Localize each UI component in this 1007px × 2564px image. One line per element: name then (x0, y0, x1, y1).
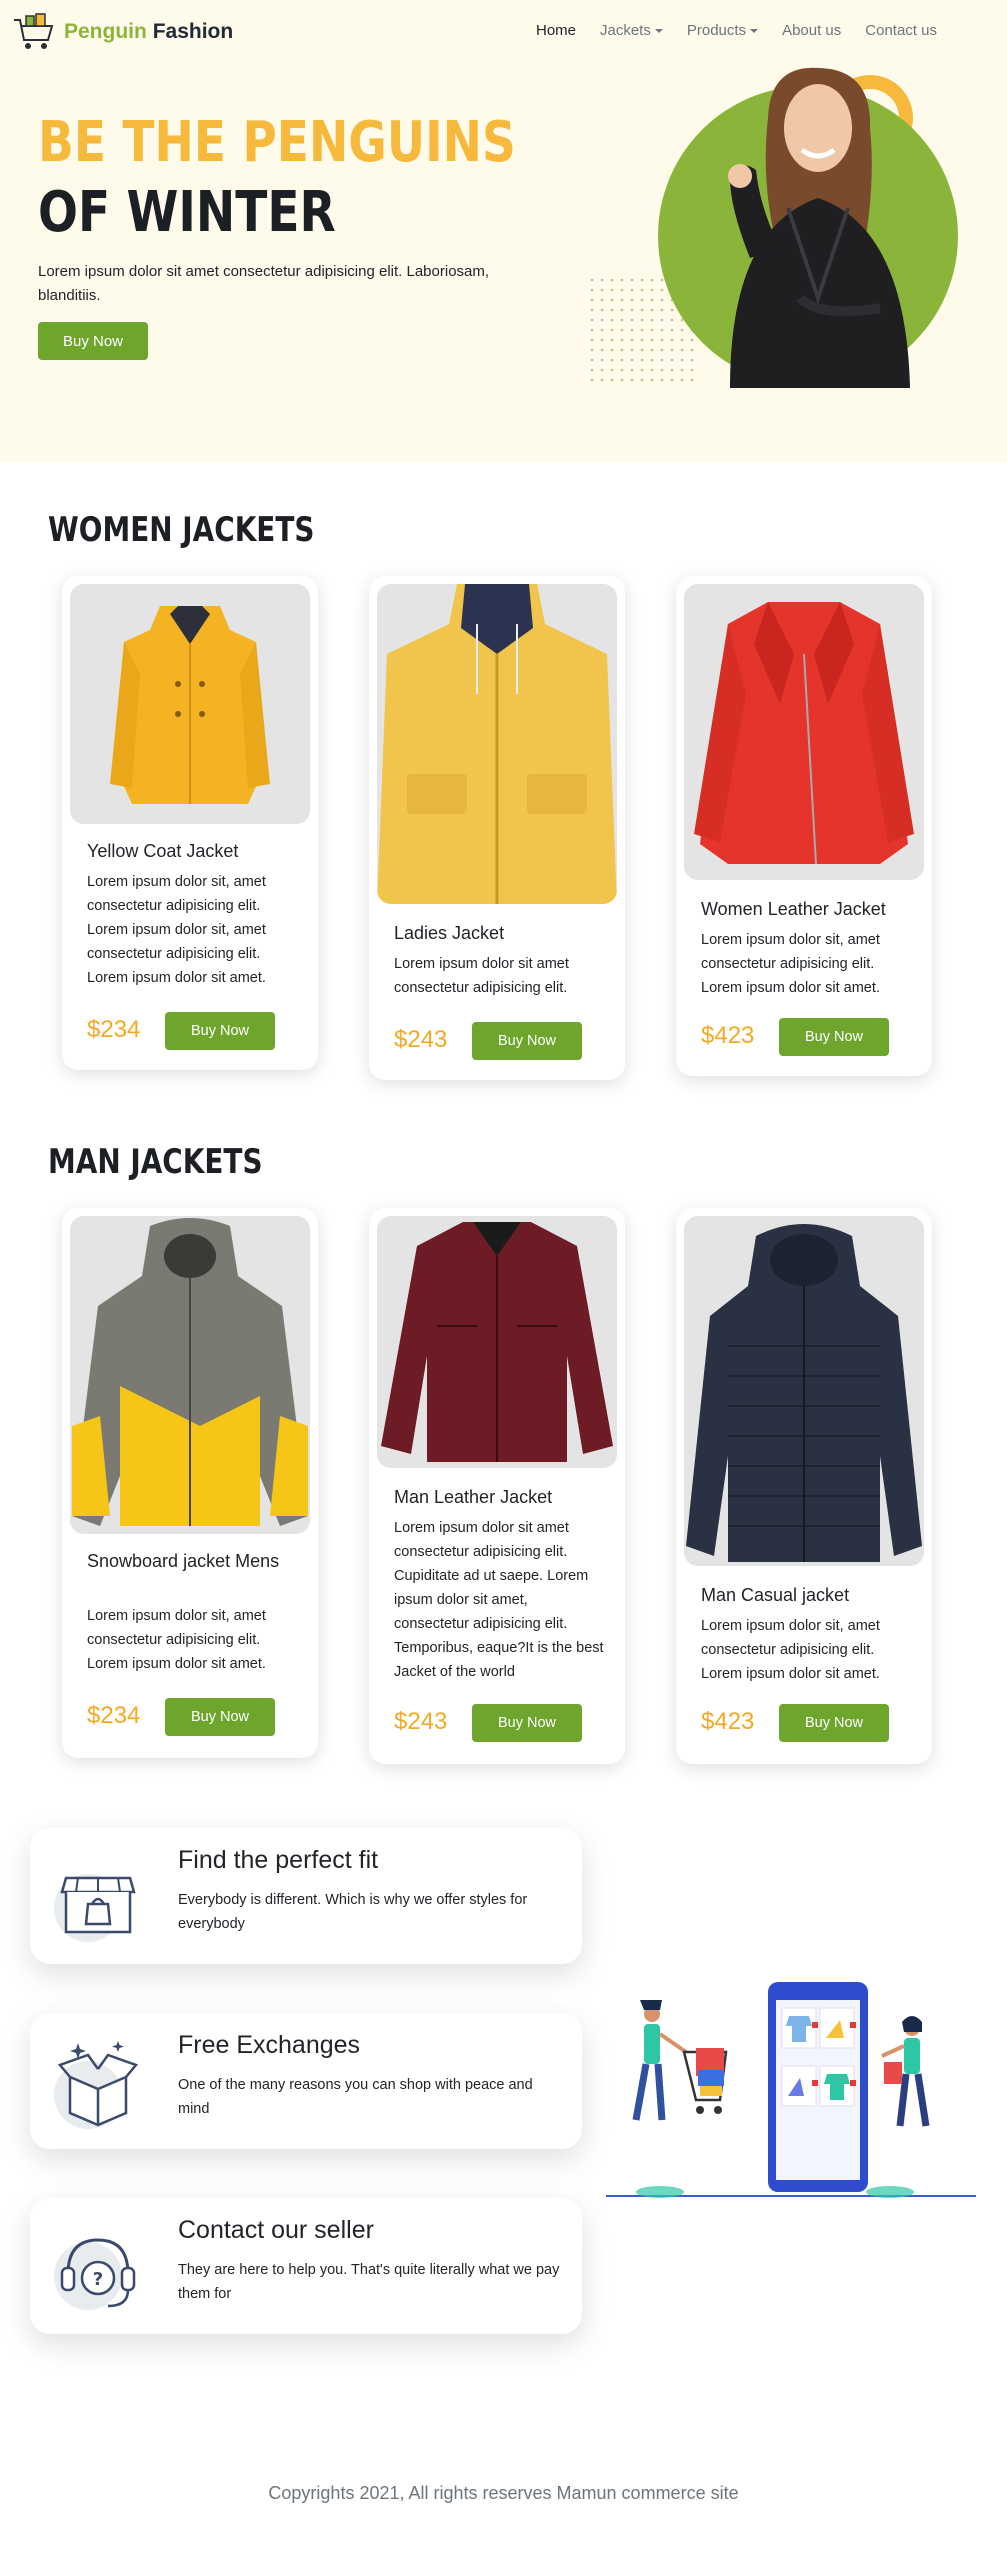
box-icon (54, 2041, 139, 2129)
product-image (70, 584, 310, 824)
buy-now-button[interactable]: Buy Now (779, 1704, 889, 1742)
product-title: Snowboard jacket Mens (87, 1551, 280, 1571)
feature-title: Contact our seller (178, 2216, 374, 2244)
svg-text:?: ? (93, 2269, 103, 2290)
feature-title: Free Exchanges (178, 2031, 361, 2059)
product-card-ladies-jacket: Ladies Jacket Lorem ipsum dolor sit amet… (369, 576, 625, 1080)
support-icon: ? (54, 2238, 136, 2310)
navbar: Penguin Fashion Home Jackets Products Ab… (0, 0, 1007, 64)
product-title: Man Leather Jacket (394, 1487, 553, 1507)
product-image (684, 1216, 924, 1566)
yellow-coat-image (70, 584, 310, 824)
man-casual-jacket-image (684, 1216, 924, 1566)
footer-copyright: Copyrights 2021, All rights reserves Mam… (268, 2483, 739, 2503)
nav-jackets-dropdown[interactable]: Jackets (600, 22, 663, 39)
brand-name-part2: Fashion (152, 20, 234, 43)
product-price: $234 (87, 1702, 141, 1729)
buy-now-button[interactable]: Buy Now (472, 1022, 582, 1060)
product-image (377, 584, 617, 904)
nav-home[interactable]: Home (536, 22, 576, 39)
feature-text: Everybody is different. Which is why we … (178, 1892, 528, 1932)
product-image (377, 1216, 617, 1468)
nav-links: Home Jackets Products About us Contact u… (536, 22, 937, 39)
product-title: Yellow Coat Jacket (87, 841, 239, 861)
store-icon (54, 1874, 136, 1942)
product-card-yellow-coat: Yellow Coat Jacket Lorem ipsum dolor sit… (62, 576, 318, 1070)
feature-card-perfect-fit: Find the perfect fit Everybody is differ… (30, 1828, 582, 1964)
product-price: $243 (394, 1708, 448, 1735)
nav-contact[interactable]: Contact us (865, 22, 937, 39)
product-description: Lorem ipsum dolor sit, amet consectetur … (701, 932, 880, 996)
product-description: Lorem ipsum dolor sit amet consectetur a… (394, 956, 569, 996)
product-price: $234 (87, 1016, 141, 1043)
hero-title-line2: OF WINTER (38, 180, 336, 245)
ladies-jacket-image (377, 584, 617, 904)
product-card-women-leather: Women Leather Jacket Lorem ipsum dolor s… (676, 576, 932, 1076)
product-description: Lorem ipsum dolor sit, amet consectetur … (87, 874, 266, 986)
hero-title-line1: BE THE PENGUINS (38, 110, 516, 175)
snowboard-jacket-image (70, 1216, 310, 1534)
buy-now-button[interactable]: Buy Now (165, 1698, 275, 1736)
shopping-cart-logo-icon (14, 13, 54, 49)
feature-card-contact-seller: ? Contact our seller They are here to he… (30, 2198, 582, 2334)
feature-text: They are here to help you. That's quite … (178, 2262, 560, 2302)
hero-text: Lorem ipsum dolor sit amet consectetur a… (38, 263, 490, 304)
nav-products-label: Products (686, 22, 747, 39)
product-price: $243 (394, 1026, 448, 1053)
caret-down-icon (654, 29, 663, 34)
feature-text: One of the many reasons you can shop wit… (178, 2077, 533, 2117)
product-card-man-leather: Man Leather Jacket Lorem ipsum dolor sit… (369, 1208, 625, 1764)
red-leather-jacket-image (684, 584, 924, 880)
hero-section: Penguin Fashion Home Jackets Products Ab… (0, 0, 1007, 462)
online-shopping-illustration (606, 1982, 976, 2198)
product-image (684, 584, 924, 880)
women-jackets-heading: WOMEN JACKETS (48, 510, 315, 550)
feature-card-free-exchanges: Free Exchanges One of the many reasons y… (30, 2013, 582, 2149)
buy-now-button[interactable]: Buy Now (779, 1018, 889, 1056)
product-card-snowboard-jacket: Snowboard jacket Mens Lorem ipsum dolor … (62, 1208, 318, 1758)
hero-buy-now-button[interactable]: Buy Now (38, 322, 148, 360)
product-title: Women Leather Jacket (701, 899, 886, 919)
brand[interactable]: Penguin Fashion (12, 12, 233, 52)
nav-products-dropdown[interactable]: Products (686, 22, 759, 39)
product-title: Man Casual jacket (701, 1585, 850, 1605)
man-jackets-heading: MAN JACKETS (48, 1142, 263, 1182)
feature-title: Find the perfect fit (178, 1846, 379, 1874)
nav-about[interactable]: About us (782, 22, 841, 39)
product-description: Lorem ipsum dolor sit, amet consectetur … (701, 1618, 880, 1682)
buy-now-button[interactable]: Buy Now (165, 1012, 275, 1050)
product-title: Ladies Jacket (394, 923, 505, 943)
brand-name: Penguin Fashion (64, 20, 233, 44)
product-price: $423 (701, 1708, 755, 1735)
man-leather-jacket-image (377, 1216, 617, 1468)
caret-down-icon (750, 29, 759, 34)
hero-model-image (590, 67, 958, 388)
product-description: Lorem ipsum dolor sit, amet consectetur … (87, 1608, 266, 1672)
product-price: $423 (701, 1022, 755, 1049)
brand-name-part1: Penguin (64, 20, 147, 43)
product-image (70, 1216, 310, 1534)
nav-jackets-label: Jackets (600, 22, 651, 39)
product-description: Lorem ipsum dolor sit amet consectetur a… (394, 1520, 604, 1680)
product-card-man-casual: Man Casual jacket Lorem ipsum dolor sit,… (676, 1208, 932, 1764)
buy-now-button[interactable]: Buy Now (472, 1704, 582, 1742)
